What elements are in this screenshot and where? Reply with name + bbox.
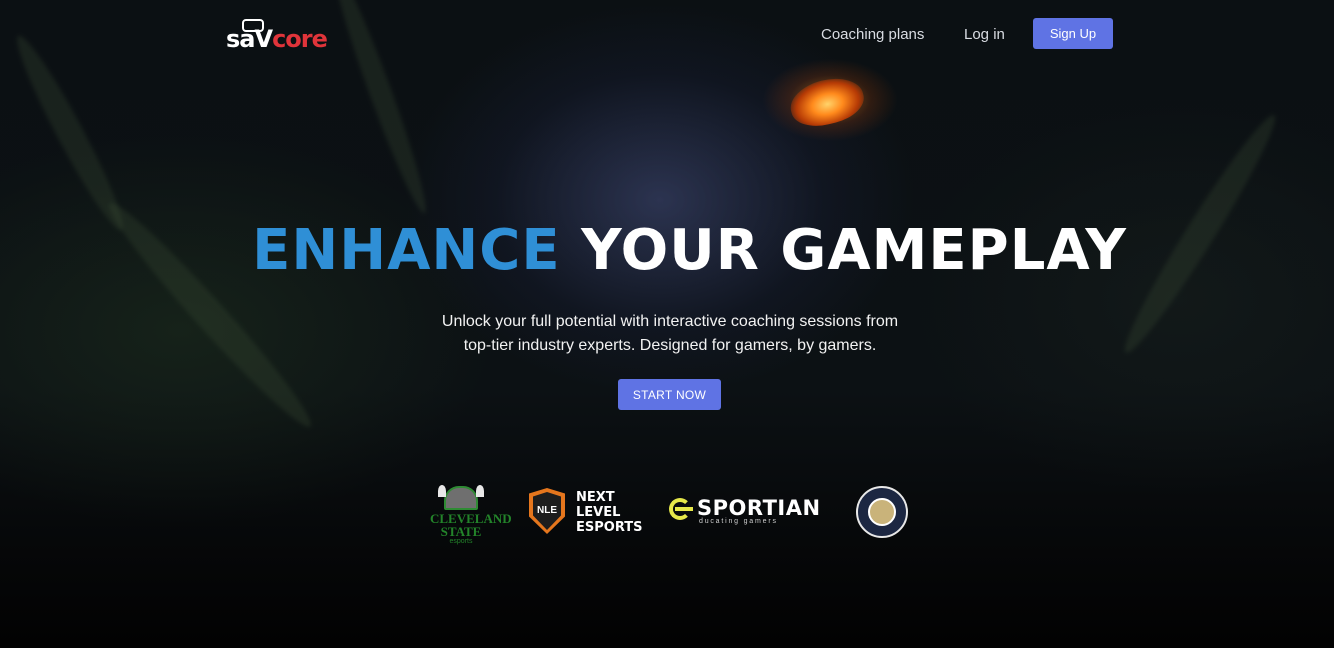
- headline-accent: ENHANCE: [252, 218, 561, 283]
- nle-line: NEXT: [576, 490, 615, 505]
- hero-headline: ENHANCE YOUR GAMEPLAY: [0, 218, 1334, 284]
- esportian-wordmark: SPORTIAN: [697, 496, 821, 520]
- crest-icon: [868, 498, 896, 526]
- partner-logos: CLEVELAND STATE esports NLE NEXT LEVEL E…: [0, 484, 1334, 545]
- school-seal-logo: [856, 486, 908, 538]
- nle-badge-text: NLE: [537, 505, 557, 516]
- e-icon-bar: [675, 507, 693, 511]
- glowing-eye-graphic: [785, 71, 869, 133]
- logo-text-part: core: [272, 25, 328, 53]
- esportian-tagline: ducating gamers: [699, 518, 778, 525]
- next-level-esports-logo: NLE NEXT LEVEL ESPORTS: [529, 488, 642, 540]
- logo-wordmark: saVcore: [226, 25, 328, 53]
- cleveland-state-logo: CLEVELAND STATE esports: [430, 485, 512, 545]
- savicore-logo[interactable]: saVcore: [226, 17, 328, 53]
- nle-line: LEVEL: [576, 505, 621, 520]
- esportian-logo: SPORTIAN ducating gamers: [669, 496, 821, 528]
- cleveland-sub: esports: [449, 538, 473, 545]
- viking-helmet-icon: [438, 485, 484, 510]
- cleveland-name: CLEVELAND STATE: [430, 511, 512, 539]
- nle-line: ESPORTS: [576, 520, 643, 535]
- hero-subtext: Unlock your full potential with interact…: [420, 310, 920, 358]
- nle-wordmark: NEXT LEVEL ESPORTS: [576, 490, 642, 535]
- top-navigation: saVcore Coaching plans Log in Sign Up: [0, 0, 1334, 70]
- headline-rest: YOUR GAMEPLAY: [581, 218, 1127, 283]
- horn-shape: [438, 485, 446, 497]
- horn-shape: [476, 485, 484, 497]
- nav-login-link[interactable]: Log in: [964, 26, 1005, 43]
- controller-icon: [242, 19, 264, 32]
- nav-coaching-plans-link[interactable]: Coaching plans: [821, 26, 924, 43]
- start-now-button[interactable]: START NOW: [618, 379, 721, 410]
- subtext-line: Unlock your full potential with interact…: [441, 313, 899, 330]
- subtext-line: top-tier industry experts. Designed for …: [463, 337, 877, 354]
- sign-up-button[interactable]: Sign Up: [1033, 18, 1113, 49]
